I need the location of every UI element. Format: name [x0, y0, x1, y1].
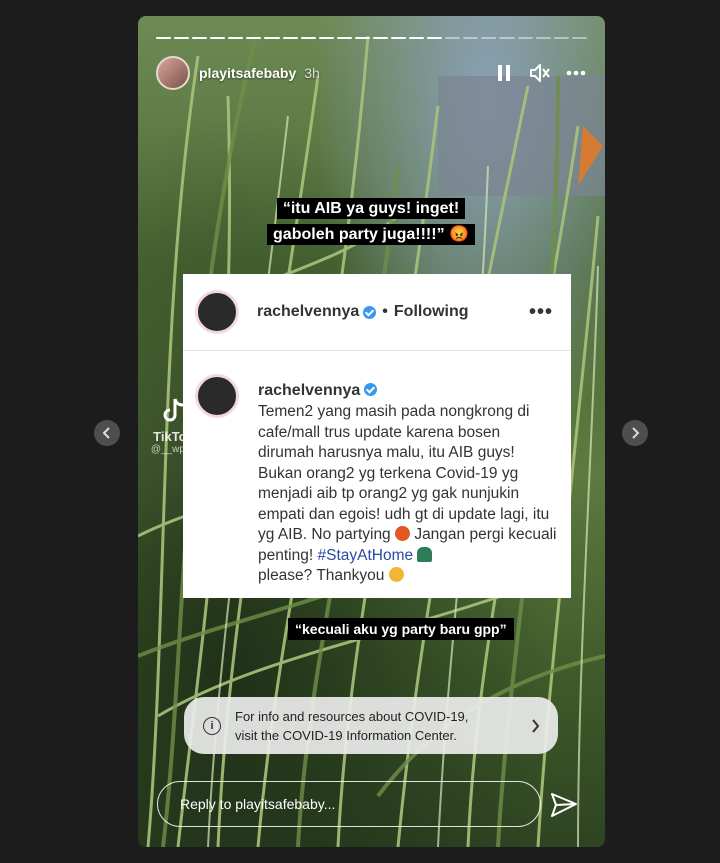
post-caption: Temen2 yang masih pada nongkrong di cafe… — [258, 403, 557, 584]
caption-bottom: “kecuali aku yg party baru gpp” — [288, 618, 514, 640]
tiktok-watermark-name: TikTok — [153, 429, 194, 444]
more-horizontal-icon — [566, 70, 586, 76]
pause-icon — [498, 65, 510, 81]
angry-face-icon — [395, 526, 410, 541]
tiktok-logo-icon — [163, 398, 183, 422]
reply-placeholder: Reply to playitsafebaby... — [180, 796, 336, 812]
story-username[interactable]: playitsafebaby — [199, 65, 296, 81]
progress-segment — [156, 37, 172, 39]
progress-segment — [445, 37, 461, 39]
progress-segment — [553, 37, 569, 39]
progress-segment — [372, 37, 389, 39]
progress-segment — [318, 37, 334, 39]
covid-info-banner[interactable]: i For info and resources about COVID-19,… — [184, 697, 558, 754]
covid-banner-line1: For info and resources about COVID-19, — [235, 708, 469, 724]
progress-segment — [210, 37, 226, 39]
following-label: Following — [393, 303, 469, 320]
progress-segment — [571, 37, 587, 39]
instagram-post-screenshot: rachelvennya • Following ••• rachelvenny… — [183, 274, 571, 598]
post-author: rachelvennya — [258, 382, 378, 400]
reply-input[interactable]: Reply to playitsafebaby... — [157, 781, 541, 827]
progress-segment — [354, 37, 370, 39]
story-timestamp: 3h — [304, 65, 320, 81]
verified-badge-icon — [363, 305, 377, 319]
post-avatar — [195, 290, 239, 334]
progress-segment — [499, 37, 515, 39]
avatar[interactable] — [156, 56, 190, 90]
progress-segment — [391, 37, 407, 39]
chevron-right-icon — [532, 718, 540, 733]
progress-segment — [409, 37, 425, 39]
story-options-button[interactable] — [565, 62, 587, 84]
caption-top: “itu AIB ya guys! inget! gaboleh party j… — [248, 196, 494, 248]
info-icon: i — [203, 716, 221, 735]
progress-segment — [535, 37, 551, 39]
progress-segment — [282, 37, 298, 39]
hashtag: #StayAtHome — [317, 546, 414, 564]
verified-badge-icon — [364, 383, 378, 396]
progress-segment — [336, 37, 352, 39]
previous-story-button[interactable] — [94, 420, 120, 446]
story-header: playitsafebaby 3h — [156, 54, 587, 92]
story-progress-bar — [156, 37, 587, 39]
comment-avatar — [195, 374, 239, 418]
hugging-face-icon — [388, 567, 404, 582]
post-header-username: rachelvennya — [257, 303, 360, 320]
next-story-button[interactable] — [622, 420, 648, 446]
post-more-icon: ••• — [528, 300, 553, 323]
chevron-right-icon — [632, 427, 640, 439]
progress-segment — [481, 37, 497, 39]
mute-button[interactable] — [529, 62, 551, 84]
tiktok-watermark: TikTok @__wp__ — [146, 398, 201, 455]
progress-segment — [264, 37, 280, 39]
progress-segment — [300, 37, 316, 39]
story-viewer: playitsafebaby 3h “itu AIB ya guys! inge… — [138, 16, 605, 847]
covid-banner-line2: visit the COVID-19 Information Center. — [235, 727, 457, 743]
pause-button[interactable] — [493, 62, 515, 84]
progress-segment — [246, 37, 262, 39]
progress-segment — [228, 37, 244, 39]
progress-segment — [427, 37, 443, 39]
progress-segment — [463, 37, 479, 39]
tiktok-watermark-user: @__wp__ — [150, 444, 197, 455]
paper-plane-icon[interactable] — [550, 792, 578, 818]
post-header: rachelvennya • Following ••• — [183, 274, 571, 351]
muted-speaker-icon — [530, 64, 550, 82]
progress-segment — [517, 37, 533, 39]
person-icon — [417, 546, 433, 562]
progress-segment — [174, 37, 190, 39]
progress-segment — [192, 37, 208, 39]
chevron-left-icon — [102, 427, 110, 439]
